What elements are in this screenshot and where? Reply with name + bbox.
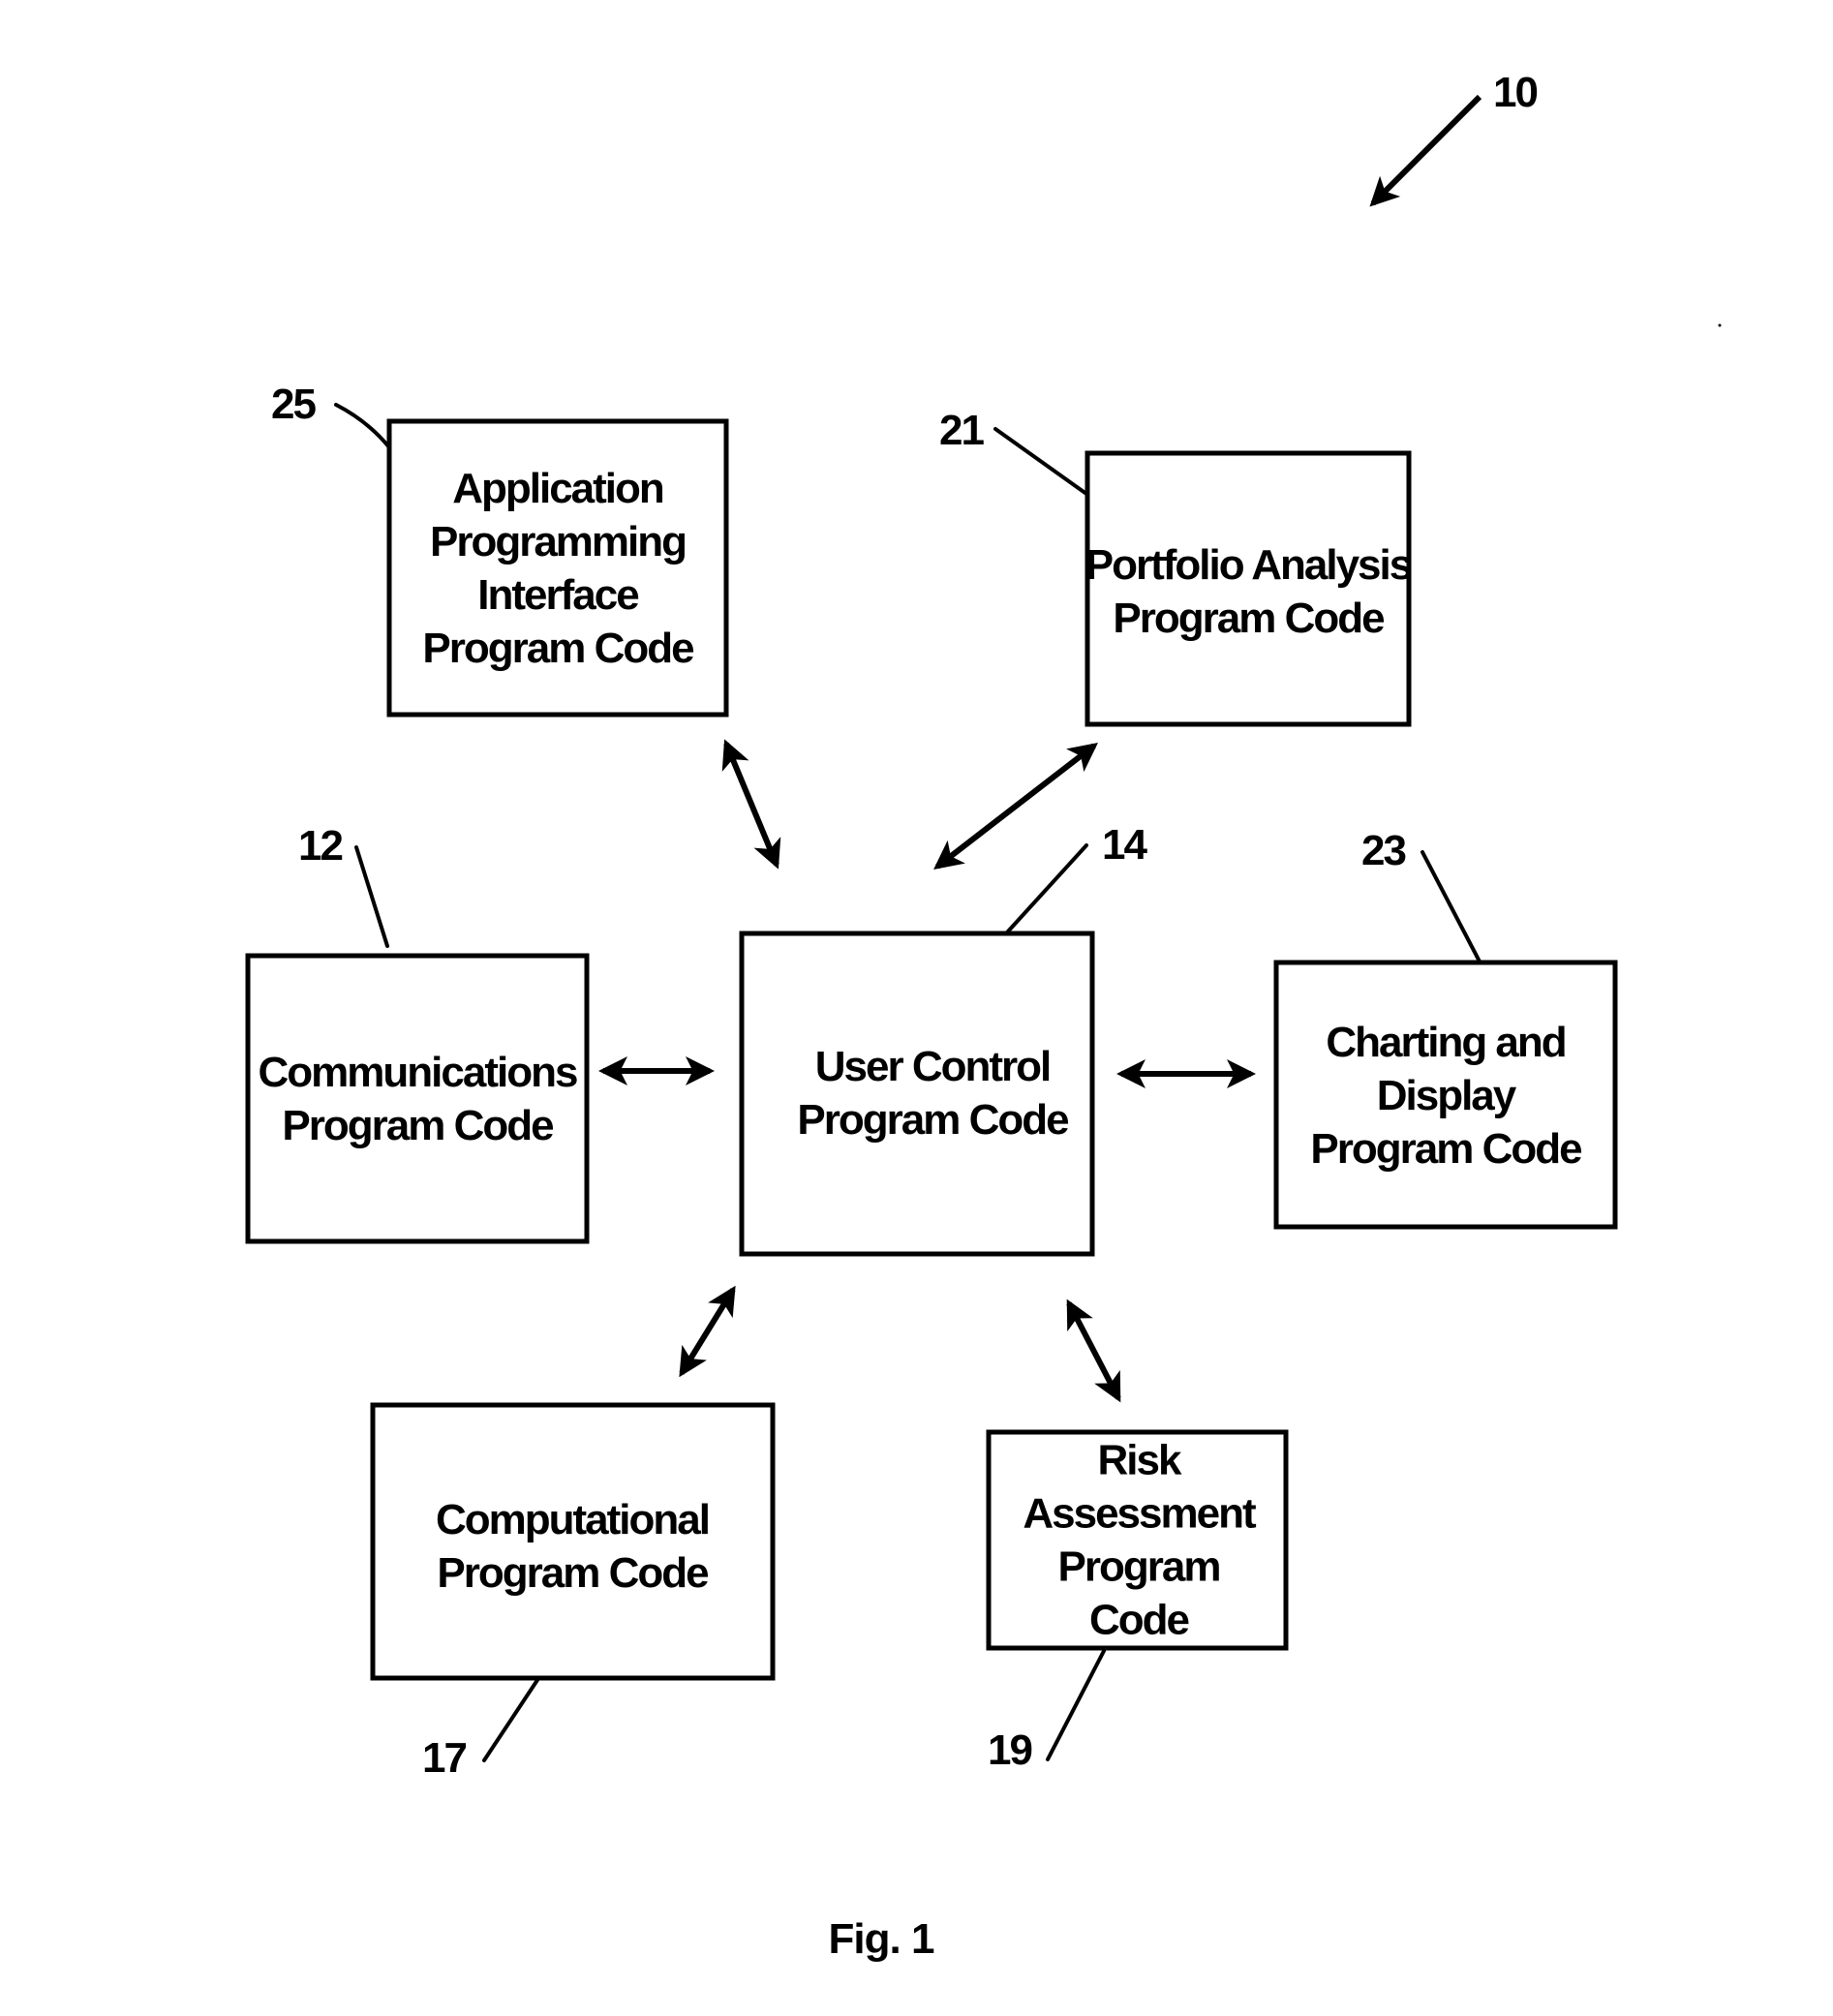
figure-caption: Fig. 1 — [829, 1915, 934, 1963]
box-charting-line-3: Program Code — [1310, 1125, 1581, 1173]
system-ref-arrow — [1369, 94, 1482, 207]
box-user-control-line-2: Program Code — [797, 1096, 1068, 1144]
box-api-line-3: Interface — [477, 571, 638, 619]
box-risk-line-1: Risk — [1098, 1437, 1182, 1484]
box-communications-leader — [354, 845, 389, 948]
box-communications: Communications Program Code 12 — [245, 822, 590, 1244]
box-computational: Computational Program Code 17 — [370, 1402, 776, 1782]
box-api-leader — [334, 403, 391, 449]
stray-mark — [1718, 323, 1722, 327]
box-portfolio: Portfolio Analysis Program Code 21 — [939, 407, 1414, 727]
box-api-ref: 25 — [271, 381, 316, 428]
system-ref-label: 10 — [1493, 69, 1537, 116]
box-user-control-line-1: User Control — [815, 1043, 1050, 1090]
box-user-control-frame — [739, 931, 1095, 1257]
system-reference: 10 — [1369, 69, 1539, 207]
box-portfolio-line-1: Portfolio Analysis — [1085, 541, 1412, 589]
box-portfolio-line-2: Program Code — [1113, 595, 1384, 642]
arrow-user-control-portfolio — [933, 742, 1098, 871]
arrow-user-control-api — [721, 739, 781, 870]
box-charting-line-2: Display — [1377, 1072, 1517, 1119]
arrow-user-control-computational — [679, 1285, 736, 1378]
box-communications-line-1: Communications — [259, 1049, 577, 1096]
box-computational-leader — [482, 1678, 539, 1762]
box-risk-ref: 19 — [988, 1726, 1031, 1774]
box-communications-frame — [245, 953, 590, 1244]
box-charting-line-1: Charting and — [1326, 1019, 1565, 1066]
box-user-control-leader — [1005, 843, 1088, 934]
box-computational-ref: 17 — [422, 1734, 466, 1782]
box-user-control-ref: 14 — [1102, 821, 1147, 869]
box-user-control: User Control Program Code 14 — [739, 821, 1149, 1257]
box-risk-leader — [1046, 1649, 1106, 1761]
box-computational-line-2: Program Code — [437, 1549, 708, 1597]
box-api-line-4: Program Code — [422, 625, 693, 672]
box-api-line-1: Application — [452, 465, 663, 512]
box-api: Application Programming Interface Progra… — [271, 381, 729, 718]
box-api-line-2: Programming — [430, 518, 686, 565]
box-risk-line-3: Program — [1058, 1543, 1220, 1591]
box-risk: Risk Assessment Program Code 19 — [986, 1429, 1289, 1774]
box-communications-ref: 12 — [298, 822, 342, 870]
box-computational-line-1: Computational — [436, 1496, 709, 1543]
box-charting-ref: 23 — [1361, 827, 1405, 874]
block-diagram: 10 Application Programming Interface Pro… — [245, 69, 1722, 1963]
box-risk-line-4: Code — [1089, 1597, 1189, 1644]
box-risk-line-2: Assessment — [1023, 1490, 1257, 1538]
box-portfolio-leader — [993, 427, 1088, 496]
box-charting: Charting and Display Program Code 23 — [1273, 827, 1618, 1230]
box-charting-leader — [1421, 850, 1482, 963]
box-portfolio-frame — [1085, 450, 1412, 727]
arrow-user-control-risk — [1066, 1298, 1121, 1403]
box-communications-line-2: Program Code — [282, 1102, 553, 1149]
box-portfolio-ref: 21 — [939, 407, 984, 454]
